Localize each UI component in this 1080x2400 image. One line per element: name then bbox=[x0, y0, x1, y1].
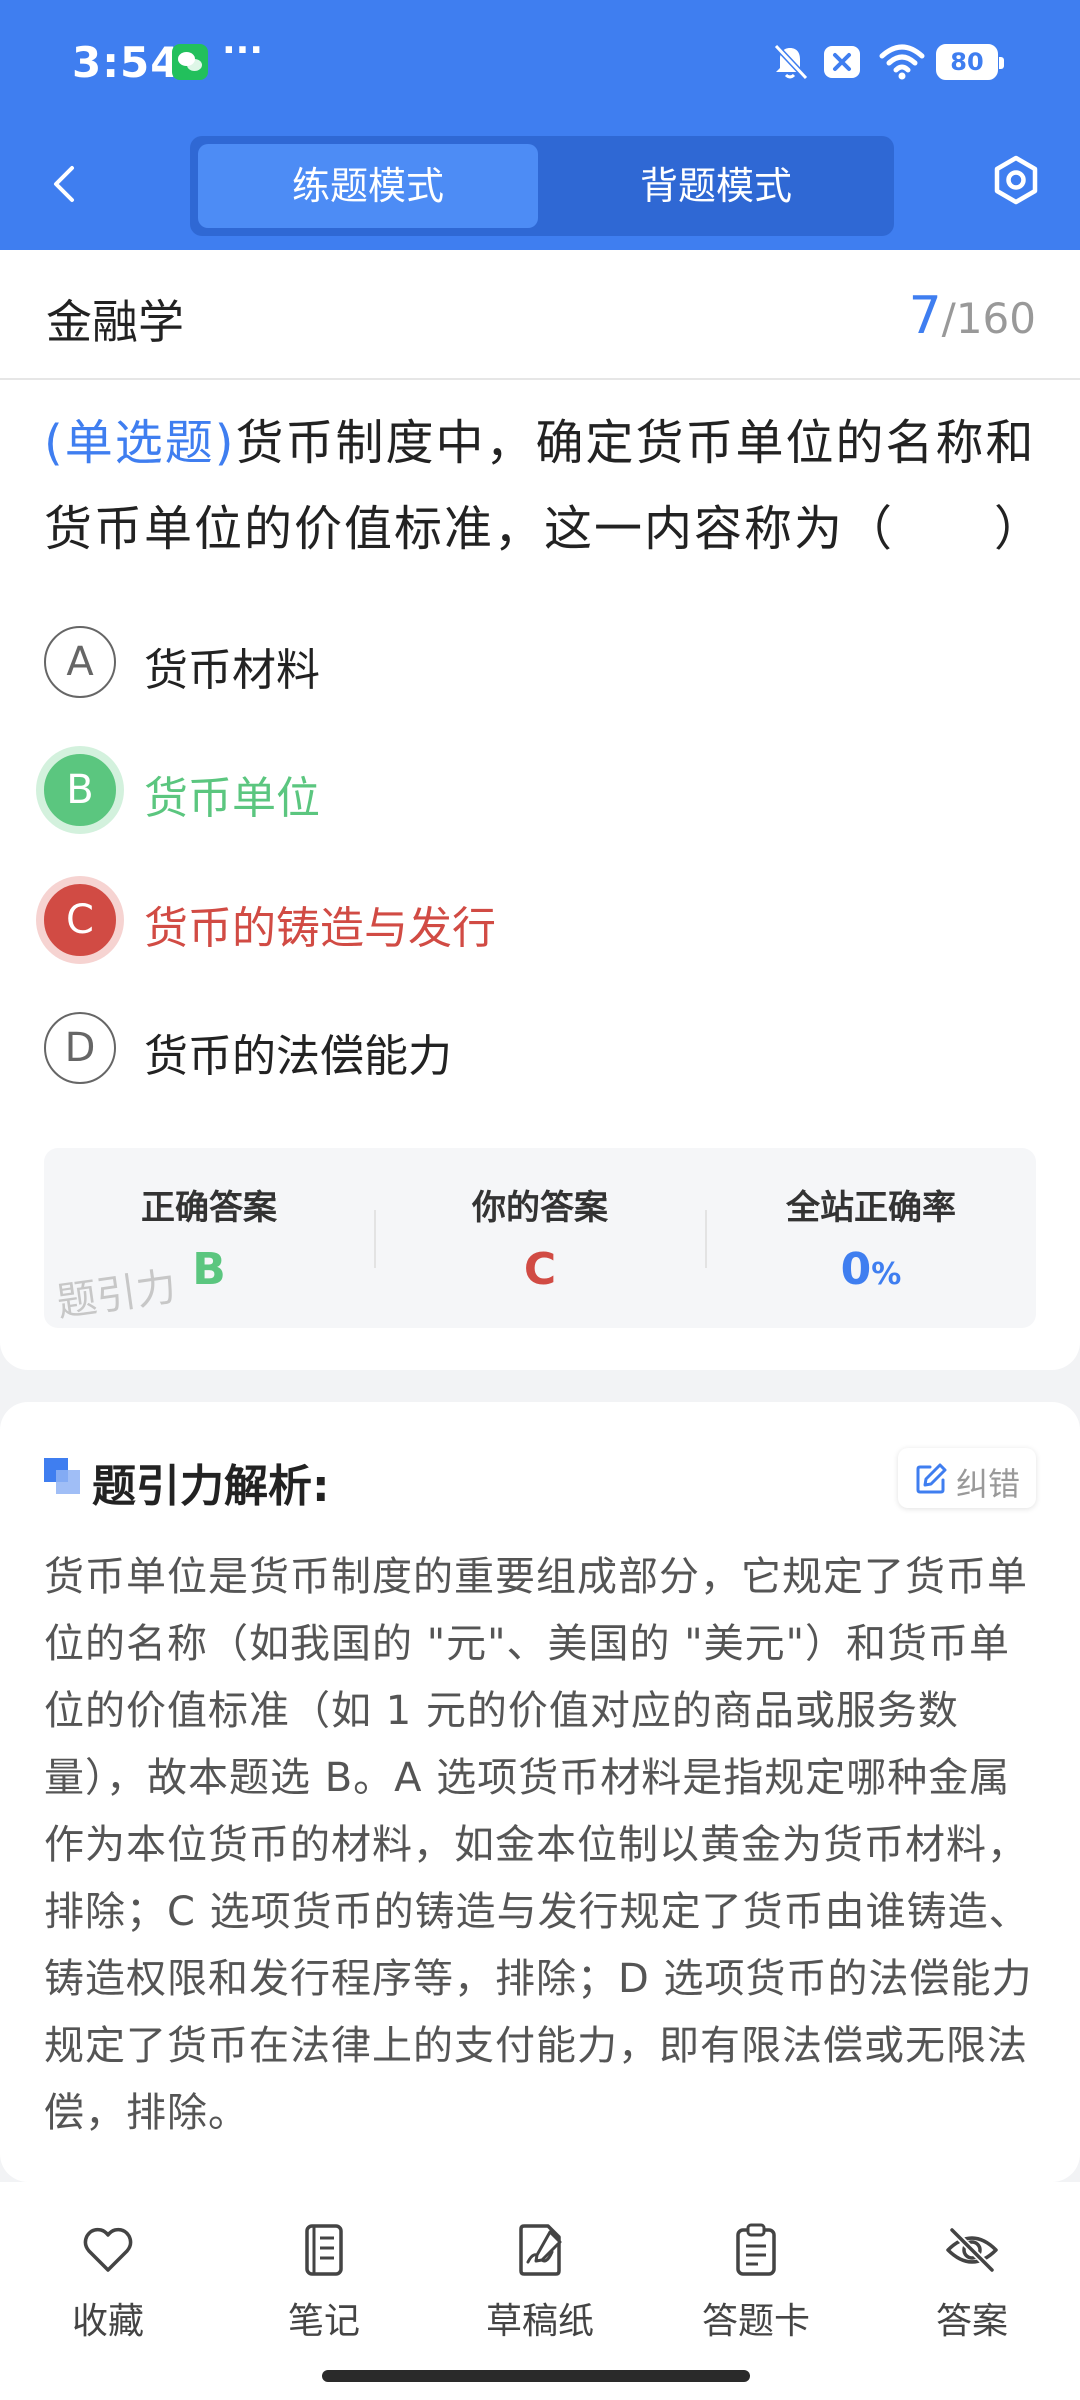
status-time: 3:54 bbox=[72, 38, 181, 87]
site-accuracy-value: 0% bbox=[706, 1244, 1036, 1295]
answer-card-icon bbox=[736, 2223, 776, 2276]
favorite-button[interactable]: 收藏 bbox=[0, 2222, 216, 2342]
question-card: 金融学 7/160 (单选题)货币制度中，确定货币单位的名称和货币单位的价值标准… bbox=[0, 250, 1080, 1370]
heart-icon bbox=[83, 2227, 133, 2272]
question-stem: (单选题)货币制度中，确定货币单位的名称和货币单位的价值标准，这一内容称为（ ） bbox=[44, 400, 1042, 572]
option-text: 货币的铸造与发行 bbox=[144, 903, 496, 954]
subject-row: 金融学 7/160 bbox=[0, 250, 1080, 380]
site-accuracy-unit: % bbox=[871, 1257, 902, 1292]
question-progress: 7/160 bbox=[909, 286, 1036, 346]
app-header: 3:54 ··· 80 练题模式 背题模式 bbox=[0, 0, 1080, 250]
site-accuracy-number: 0 bbox=[840, 1244, 872, 1295]
question-type: (单选题) bbox=[44, 415, 236, 471]
bell-off-icon bbox=[773, 43, 809, 81]
site-accuracy-label: 全站正确率 bbox=[786, 1188, 956, 1228]
your-answer-column: 你的答案 C bbox=[375, 1148, 705, 1328]
option-a[interactable]: A 货币材料 bbox=[44, 622, 1034, 702]
option-letter: B bbox=[44, 754, 116, 826]
answer-card-button[interactable]: 答题卡 bbox=[648, 2222, 864, 2342]
your-answer-label: 你的答案 bbox=[472, 1188, 608, 1228]
wechat-notification-icon bbox=[172, 44, 208, 80]
subject-title: 金融学 bbox=[46, 295, 184, 349]
option-text: 货币单位 bbox=[144, 773, 320, 824]
analysis-text: 货币单位是货币制度的重要组成部分，它规定了货币单位的名称（如我国的 "元"、美国… bbox=[44, 1554, 1033, 2136]
notes-button[interactable]: 笔记 bbox=[216, 2222, 432, 2342]
notes-label: 笔记 bbox=[287, 2301, 360, 2342]
draft-paper-icon bbox=[519, 2224, 562, 2276]
notebook-icon bbox=[305, 2224, 343, 2276]
show-answer-button[interactable]: 答案 bbox=[864, 2222, 1080, 2342]
show-answer-label: 答案 bbox=[935, 2301, 1008, 2342]
answer-summary: 正确答案 B 你的答案 C 全站正确率 0% 题引力 bbox=[44, 1148, 1036, 1328]
eye-off-icon bbox=[946, 2227, 998, 2273]
progress-current: 7 bbox=[908, 286, 942, 346]
edit-icon bbox=[916, 1463, 947, 1494]
settings-icon[interactable] bbox=[986, 150, 1046, 210]
analysis-title-icon bbox=[44, 1458, 80, 1494]
mode-switch: 练题模式 背题模式 bbox=[190, 136, 894, 236]
option-letter: D bbox=[44, 1012, 116, 1084]
draft-paper-label: 草稿纸 bbox=[485, 2301, 594, 2342]
option-c[interactable]: C 货币的铸造与发行 bbox=[44, 880, 1034, 960]
more-notifications-icon: ··· bbox=[222, 30, 264, 71]
home-indicator[interactable] bbox=[322, 2370, 750, 2382]
bottom-toolbar: 收藏 笔记 草稿纸 答题卡 答案 bbox=[0, 2182, 1080, 2400]
option-text: 货币的法偿能力 bbox=[144, 1031, 452, 1082]
wifi-icon bbox=[879, 44, 925, 80]
battery-indicator: 80 bbox=[936, 44, 1004, 80]
option-b[interactable]: B 货币单位 bbox=[44, 750, 1034, 830]
analysis-card: 题引力解析: 纠错 货币单位是货币制度的重要组成部分，它规定了货币单位的名称（如… bbox=[0, 1402, 1080, 2182]
your-answer-value: C bbox=[523, 1244, 557, 1295]
progress-total: /160 bbox=[941, 294, 1036, 343]
tab-memorize-mode[interactable]: 背题模式 bbox=[546, 144, 886, 228]
nav-bar: 练题模式 背题模式 bbox=[0, 128, 1080, 240]
favorite-label: 收藏 bbox=[71, 2301, 144, 2342]
site-accuracy-column: 全站正确率 0% bbox=[706, 1148, 1036, 1328]
option-text: 货币材料 bbox=[144, 645, 320, 696]
report-error-button[interactable]: 纠错 bbox=[898, 1448, 1036, 1508]
status-bar: 3:54 ··· 80 bbox=[0, 0, 1080, 120]
option-d[interactable]: D 货币的法偿能力 bbox=[44, 1008, 1034, 1088]
answer-card-label: 答题卡 bbox=[701, 2301, 810, 2342]
analysis-title: 题引力解析: bbox=[92, 1461, 330, 1512]
correct-answer-label: 正确答案 bbox=[141, 1188, 277, 1228]
option-letter: C bbox=[44, 884, 116, 956]
tab-practice-mode[interactable]: 练题模式 bbox=[198, 144, 538, 228]
back-arrow-icon[interactable] bbox=[44, 162, 88, 206]
draft-paper-button[interactable]: 草稿纸 bbox=[432, 2222, 648, 2342]
option-letter: A bbox=[44, 626, 116, 698]
report-error-label: 纠错 bbox=[956, 1465, 1021, 1503]
close-box-icon bbox=[824, 46, 860, 78]
